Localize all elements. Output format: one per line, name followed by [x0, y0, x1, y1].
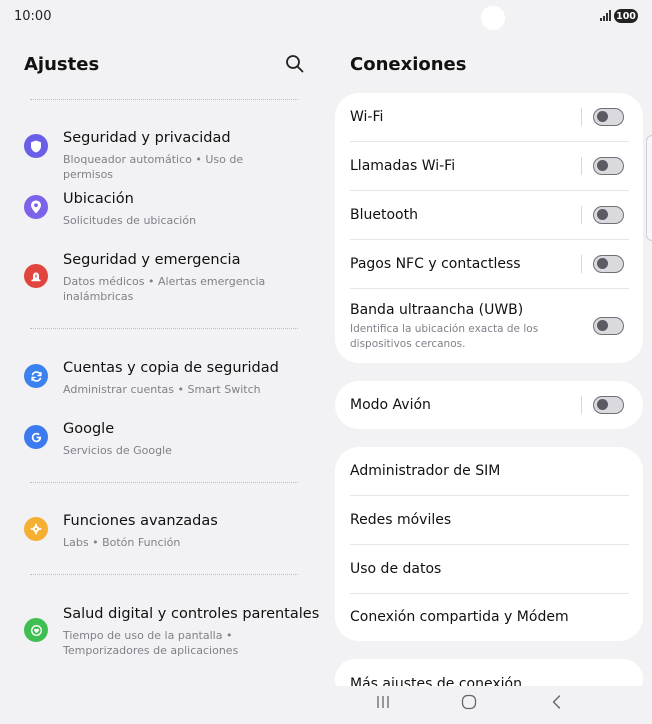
- settings-item-title: Salud digital y controles parentales: [63, 606, 320, 622]
- toggle-knob: [597, 111, 608, 122]
- advanced-features-icon: [24, 517, 48, 541]
- row-divider: [581, 396, 582, 414]
- settings-item-title: Ubicación: [63, 191, 134, 207]
- row-label: Uso de datos: [350, 561, 442, 577]
- settings-item-subtitle: Datos médicos • Alertas emergencia inalá…: [63, 275, 266, 303]
- row-label: Pagos NFC y contactless: [350, 256, 521, 272]
- section-divider: [30, 574, 298, 575]
- edge-panel-handle[interactable]: [646, 135, 652, 241]
- search-icon: [286, 55, 304, 73]
- airplane-card: Modo Avión: [335, 381, 643, 429]
- nfc-toggle[interactable]: [593, 255, 624, 273]
- uwb-row[interactable]: Banda ultraancha (UWB) Identifica la ubi…: [335, 289, 643, 363]
- signal-icon: [600, 10, 611, 21]
- settings-item-digital-wellbeing[interactable]: Salud digital y controles parentales Tie…: [0, 606, 319, 661]
- row-label: Redes móviles: [350, 512, 452, 528]
- row-sublabel: Identifica la ubicación exacta de los di…: [350, 323, 539, 350]
- row-label: Banda ultraancha (UWB): [350, 302, 524, 318]
- emergency-icon: [24, 264, 48, 288]
- settings-item-location[interactable]: Ubicación Solicitudes de ubicación: [0, 191, 310, 231]
- shield-icon: [24, 134, 48, 158]
- row-divider: [581, 157, 582, 175]
- connections-card: Wi-Fi Llamadas Wi-Fi Bluetooth Pagos NFC…: [335, 93, 643, 363]
- navigation-bar: [335, 686, 652, 724]
- row-divider: [581, 255, 582, 273]
- back-button[interactable]: [549, 694, 565, 714]
- google-icon: [24, 425, 48, 449]
- home-button[interactable]: [461, 694, 477, 714]
- settings-item-safety-emergency[interactable]: Seguridad y emergencia Datos médicos • A…: [0, 252, 310, 307]
- settings-item-subtitle: Administrar cuentas • Smart Switch: [63, 383, 261, 396]
- nfc-row[interactable]: Pagos NFC y contactless: [335, 240, 643, 289]
- section-divider: [30, 99, 298, 100]
- uwb-toggle[interactable]: [593, 317, 624, 335]
- settings-item-accounts-backup[interactable]: Cuentas y copia de seguridad Administrar…: [0, 360, 310, 400]
- toggle-knob: [597, 320, 608, 331]
- pane-title: Conexiones: [350, 54, 467, 75]
- status-bar: 10:00 100: [0, 0, 652, 34]
- bluetooth-toggle[interactable]: [593, 206, 624, 224]
- data-usage-row[interactable]: Uso de datos: [335, 545, 643, 594]
- sync-icon: [24, 364, 48, 388]
- airplane-mode-toggle[interactable]: [593, 396, 624, 414]
- row-divider: [581, 108, 582, 126]
- row-label: Administrador de SIM: [350, 463, 501, 479]
- settings-item-google[interactable]: Google Servicios de Google: [0, 421, 310, 461]
- section-divider: [30, 328, 298, 329]
- page-title: Ajustes: [24, 54, 100, 75]
- settings-item-subtitle: Tiempo de uso de la pantalla • Temporiza…: [63, 629, 239, 657]
- settings-item-title: Google: [63, 421, 115, 437]
- status-time: 10:00: [14, 9, 52, 24]
- row-label: Llamadas Wi-Fi: [350, 158, 456, 174]
- digital-wellbeing-icon: [24, 618, 48, 642]
- toggle-knob: [597, 258, 608, 269]
- wifi-row[interactable]: Wi-Fi: [335, 93, 643, 142]
- row-label: Modo Avión: [350, 397, 431, 413]
- search-button[interactable]: [284, 53, 306, 75]
- wifi-calling-row[interactable]: Llamadas Wi-Fi: [335, 142, 643, 191]
- bluetooth-row[interactable]: Bluetooth: [335, 191, 643, 240]
- settings-item-title: Cuentas y copia de seguridad: [63, 360, 279, 376]
- row-label: Conexión compartida y Módem: [350, 609, 569, 625]
- camera-cutout: [481, 6, 505, 30]
- location-pin-icon: [24, 195, 48, 219]
- mobile-networks-row[interactable]: Redes móviles: [335, 496, 643, 545]
- wifi-calling-toggle[interactable]: [593, 157, 624, 175]
- settings-item-title: Funciones avanzadas: [63, 513, 218, 529]
- toggle-knob: [597, 399, 608, 410]
- section-divider: [30, 482, 298, 483]
- sim-manager-row[interactable]: Administrador de SIM: [335, 447, 643, 496]
- recent-apps-icon: [377, 696, 389, 708]
- toggle-knob: [597, 209, 608, 220]
- settings-item-security-privacy[interactable]: Seguridad y privacidad Bloqueador automá…: [0, 130, 310, 181]
- toggle-knob: [597, 160, 608, 171]
- back-icon: [552, 695, 561, 709]
- network-card: Administrador de SIM Redes móviles Uso d…: [335, 447, 643, 641]
- settings-item-advanced-features[interactable]: Funciones avanzadas Labs • Botón Función: [0, 513, 310, 553]
- row-label: Wi-Fi: [350, 109, 384, 125]
- settings-item-subtitle: Labs • Botón Función: [63, 536, 181, 549]
- settings-item-title: Seguridad y privacidad: [63, 130, 231, 146]
- settings-item-subtitle: Bloqueador automático • Uso de permisos: [63, 153, 244, 181]
- row-label: Bluetooth: [350, 207, 418, 223]
- recent-apps-button[interactable]: [375, 694, 391, 714]
- settings-item-subtitle: Servicios de Google: [63, 444, 172, 457]
- battery-level: 100: [616, 10, 636, 22]
- wifi-toggle[interactable]: [593, 108, 624, 126]
- airplane-mode-row[interactable]: Modo Avión: [335, 381, 643, 429]
- row-divider: [581, 206, 582, 224]
- settings-item-subtitle: Solicitudes de ubicación: [63, 214, 197, 227]
- settings-item-title: Seguridad y emergencia: [63, 252, 241, 268]
- hotspot-tethering-row[interactable]: Conexión compartida y Módem: [335, 594, 643, 641]
- home-icon: [461, 694, 477, 710]
- battery-icon: 100: [614, 9, 638, 23]
